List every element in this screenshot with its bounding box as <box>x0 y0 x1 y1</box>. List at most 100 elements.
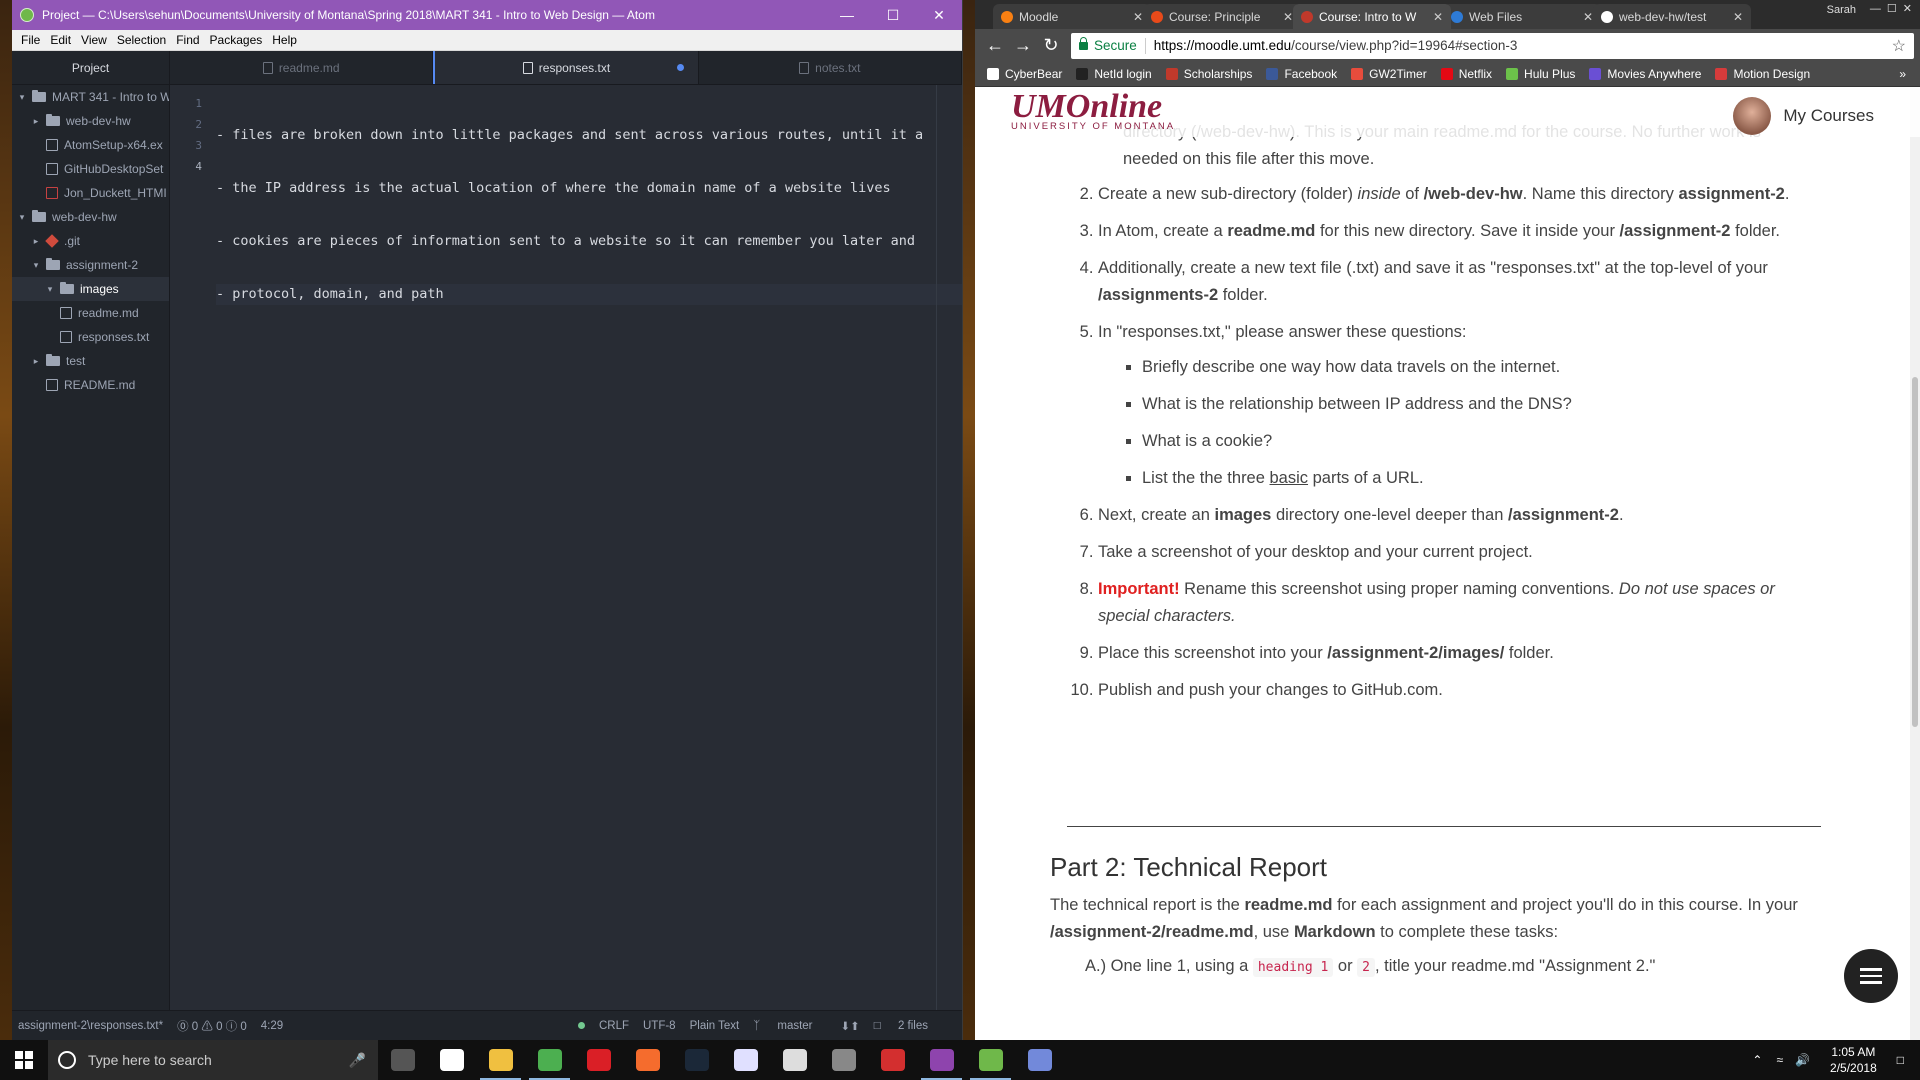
url-text[interactable]: https://moodle.umt.edu/course/view.php?i… <box>1154 38 1518 53</box>
chrome-taskbar-button[interactable] <box>525 1040 574 1080</box>
minimize-icon[interactable]: — <box>824 0 870 30</box>
umonline-logo[interactable]: UMOnline UNIVERSITY OF MONTANA <box>1011 90 1175 132</box>
tree-item[interactable]: GitHubDesktopSet <box>12 157 169 181</box>
chevron-down-icon[interactable]: ▾ <box>44 284 56 295</box>
status-cursor[interactable]: 4:29 <box>261 1020 283 1032</box>
menu-packages[interactable]: Packages <box>205 33 268 47</box>
tree-item[interactable]: ▸ web-dev-hw <box>12 109 169 133</box>
close-tab-icon[interactable]: ✕ <box>1433 10 1443 24</box>
maximize-icon[interactable]: ☐ <box>870 0 916 30</box>
task-view-taskbar-button[interactable] <box>378 1040 427 1080</box>
text-lines[interactable]: - files are broken down into little pack… <box>216 85 962 1010</box>
chrome-tab-web-files[interactable]: Web Files ✕ <box>1443 4 1601 29</box>
file-explorer-taskbar-button[interactable] <box>476 1040 525 1080</box>
app-wolf-taskbar-button[interactable] <box>819 1040 868 1080</box>
secure-badge[interactable]: Secure <box>1079 36 1137 53</box>
bookmark-movies-anywhere[interactable]: Movies Anywhere <box>1589 67 1701 81</box>
bookmark-star-icon[interactable]: ☆ <box>1892 36 1906 56</box>
chrome-tab-github[interactable]: web-dev-hw/test ✕ <box>1593 4 1751 29</box>
status-eol[interactable]: CRLF <box>599 1020 629 1032</box>
more-bookmarks-icon[interactable]: » <box>1899 67 1906 81</box>
clock[interactable]: 1:05 AM 2/5/2018 <box>1830 1044 1877 1076</box>
chrome-tab-moodle[interactable]: Moodle ✕ <box>993 4 1151 29</box>
avatar[interactable] <box>1733 97 1772 135</box>
menu-view[interactable]: View <box>76 33 112 47</box>
microphone-icon[interactable]: 🎤 <box>349 1052 366 1069</box>
close-tab-icon[interactable]: ✕ <box>1283 10 1293 24</box>
scrollbar-thumb[interactable] <box>1912 377 1918 727</box>
chevron-right-icon[interactable]: ▸ <box>30 236 42 247</box>
bookmark-hulu[interactable]: Hulu Plus <box>1506 67 1575 81</box>
status-encoding[interactable]: UTF-8 <box>643 1020 676 1032</box>
address-bar[interactable]: Secure https://moodle.umt.edu/course/vie… <box>1071 32 1914 59</box>
app-s-taskbar-button[interactable] <box>770 1040 819 1080</box>
notifications-icon[interactable]: □ <box>1897 1053 1904 1067</box>
menu-file[interactable]: File <box>16 33 45 47</box>
app-red-taskbar-button[interactable] <box>868 1040 917 1080</box>
tree-item[interactable]: Jon_Duckett_HTMI <box>12 181 169 205</box>
reload-icon[interactable]: ↻ <box>1037 35 1065 56</box>
steam-taskbar-button[interactable] <box>672 1040 721 1080</box>
volume-icon[interactable]: 🔊 <box>1795 1053 1810 1067</box>
start-button[interactable] <box>0 1040 48 1080</box>
bookmark-netflix[interactable]: Netflix <box>1440 67 1492 81</box>
tree-item[interactable]: AtomSetup-x64.ex <box>12 133 169 157</box>
atom-titlebar[interactable]: Project — C:\Users\sehun\Documents\Unive… <box>12 0 962 30</box>
wifi-icon[interactable]: ≈ <box>1776 1053 1783 1067</box>
close-tab-icon[interactable]: ✕ <box>1733 10 1743 24</box>
atom-taskbar-button[interactable] <box>966 1040 1015 1080</box>
tray-chevron-icon[interactable]: ⌃ <box>1752 1053 1762 1067</box>
close-tab-icon[interactable]: ✕ <box>1583 10 1593 24</box>
tree-item[interactable]: ▾ assignment-2 <box>12 253 169 277</box>
menu-edit[interactable]: Edit <box>45 33 76 47</box>
code-line[interactable]: - protocol, domain, and path <box>216 284 962 305</box>
status-branch[interactable]: ᛉ master <box>753 1020 826 1032</box>
close-tab-icon[interactable]: ✕ <box>1133 10 1143 24</box>
bookmark-facebook[interactable]: Facebook <box>1266 67 1337 81</box>
chrome-profile-name[interactable]: Sarah <box>1827 4 1856 16</box>
discord-taskbar-button[interactable] <box>1015 1040 1064 1080</box>
tree-header[interactable]: Project <box>12 51 169 85</box>
code-line[interactable]: - cookies are pieces of information sent… <box>216 231 962 252</box>
menu-help[interactable]: Help <box>267 33 302 47</box>
app-purple-taskbar-button[interactable] <box>917 1040 966 1080</box>
tree-item[interactable]: ▾ web-dev-hw <box>12 205 169 229</box>
tree-item[interactable]: README.md <box>12 373 169 397</box>
chevron-down-icon[interactable]: ▾ <box>16 92 28 103</box>
bookmark-netid[interactable]: NetId login <box>1076 67 1152 81</box>
tab-notes[interactable]: notes.txt <box>699 51 962 84</box>
chrome-window-controls[interactable]: —☐✕ <box>1870 2 1918 15</box>
code-line[interactable]: - files are broken down into little pack… <box>216 125 962 146</box>
code-area[interactable]: 1 2 3 4 - files are broken down into lit… <box>170 85 962 1010</box>
fetch-icon[interactable]: ⬇⬆ <box>841 1019 860 1033</box>
bookmark-motion-design[interactable]: Motion Design <box>1715 67 1810 81</box>
itunes-taskbar-button[interactable] <box>721 1040 770 1080</box>
chrome-tab-principles[interactable]: Course: Principle ✕ <box>1143 4 1301 29</box>
status-files[interactable]: □ 2 files <box>874 1020 942 1032</box>
page-scrollbar[interactable] <box>1910 87 1920 1040</box>
taskbar-search[interactable]: Type here to search 🎤 <box>48 1040 378 1080</box>
tree-item[interactable]: ▸ test <box>12 349 169 373</box>
origin-taskbar-button[interactable] <box>623 1040 672 1080</box>
menu-find[interactable]: Find <box>171 33 204 47</box>
tree-item[interactable]: ▾ MART 341 - Intro to W <box>12 85 169 109</box>
menu-selection[interactable]: Selection <box>112 33 171 47</box>
bookmark-scholarships[interactable]: Scholarships <box>1165 67 1252 81</box>
chrome-tab-intro-web[interactable]: Course: Intro to W ✕ <box>1293 4 1451 29</box>
tree-item[interactable]: ▸ .git <box>12 229 169 253</box>
code-line[interactable]: - the IP address is the actual location … <box>216 178 962 199</box>
drawer-menu-button[interactable] <box>1844 949 1898 1003</box>
my-courses-menu[interactable]: My Courses <box>1733 97 1874 135</box>
tree-item[interactable]: responses.txt <box>12 325 169 349</box>
tab-responses[interactable]: responses.txt <box>433 51 699 84</box>
chevron-down-icon[interactable]: ▾ <box>16 212 28 223</box>
bookmark-cyberbear[interactable]: CyberBear <box>987 67 1062 81</box>
close-icon[interactable]: ✕ <box>916 0 962 30</box>
status-file-path[interactable]: assignment-2\responses.txt* <box>18 1020 163 1032</box>
mail-taskbar-button[interactable] <box>427 1040 476 1080</box>
bookmark-gw2timer[interactable]: GW2Timer <box>1351 67 1427 81</box>
tree-item[interactable]: ▾ images <box>12 277 169 301</box>
tab-readme[interactable]: readme.md <box>170 51 434 84</box>
creative-cloud-taskbar-button[interactable] <box>574 1040 623 1080</box>
back-icon[interactable]: ← <box>981 35 1009 56</box>
